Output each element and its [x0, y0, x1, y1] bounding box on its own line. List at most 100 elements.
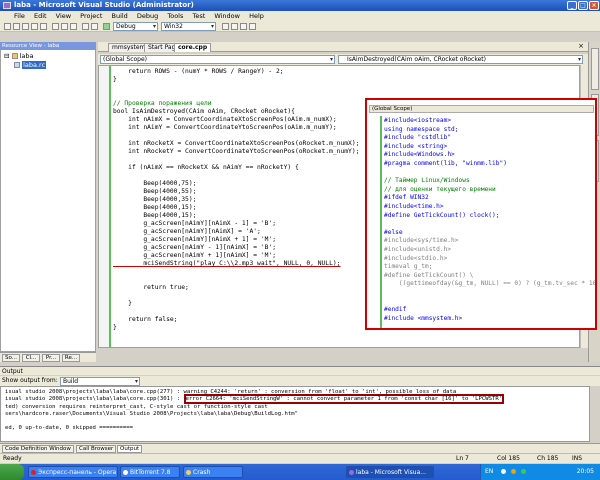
- menu-window[interactable]: Window: [214, 12, 240, 20]
- close-button[interactable]: ×: [589, 1, 599, 10]
- maximize-button[interactable]: □: [578, 1, 588, 10]
- code-line: g_acScreen[nAimY][nAimX] = 'A';: [113, 228, 261, 235]
- config-combo[interactable]: Debug: [113, 22, 158, 31]
- tree-file[interactable]: laba.rc: [14, 61, 47, 70]
- output-line-summary: ed, 0 up-to-date, 0 skipped ==========: [5, 425, 133, 431]
- tab-property-manager[interactable]: Pr...: [42, 354, 60, 362]
- output-text[interactable]: isual studio 2008\projects\laba\laba\cor…: [0, 386, 590, 442]
- code-line: mciSendString("play C:\\2.mp3 wait", NUL…: [113, 260, 341, 267]
- status-line: Ln 7: [456, 455, 469, 462]
- start-button[interactable]: [0, 464, 24, 480]
- menu-file[interactable]: File: [14, 12, 25, 20]
- menu-test[interactable]: Test: [192, 12, 205, 20]
- code-line: return true;: [113, 284, 189, 291]
- scope-combo[interactable]: (Global Scope): [100, 55, 335, 64]
- visual-studio-icon: [349, 470, 354, 475]
- menu-tools[interactable]: Tools: [167, 12, 183, 20]
- scope-bar: (Global Scope) IsAimDestroyed(CAim oAim,…: [98, 54, 588, 65]
- solution-explorer-icon[interactable]: [231, 23, 238, 30]
- popup-code-line: #define GetTickCount() clock();: [384, 211, 500, 219]
- code-line: g_acScreen[nAimY - 1][nAimX] = 'B';: [113, 244, 277, 251]
- popup-code-line: #define GetTickCount() \: [384, 271, 474, 279]
- popup-code-line: #include<time.h>: [384, 203, 444, 210]
- save-icon[interactable]: [31, 23, 38, 30]
- tab-solution-explorer[interactable]: So...: [2, 354, 20, 362]
- menu-view[interactable]: View: [56, 12, 71, 20]
- cut-icon[interactable]: [52, 23, 59, 30]
- taskbar-opera[interactable]: Экспресс-панель - Opera: [28, 466, 118, 478]
- save-all-icon[interactable]: [40, 23, 47, 30]
- server-explorer-tab[interactable]: [591, 48, 599, 90]
- popup-code-line: #include <mmsystem.h>: [384, 314, 463, 322]
- popup-change-bar: [380, 116, 382, 328]
- function-combo[interactable]: IsAimDestroyed(CAim oAim, CRocket oRocke…: [338, 55, 583, 64]
- paste-icon[interactable]: [70, 23, 77, 30]
- taskbar-crash-folder[interactable]: Crash: [183, 466, 243, 478]
- menu-build[interactable]: Build: [111, 12, 127, 20]
- find-icon[interactable]: [222, 23, 229, 30]
- start-debug-icon[interactable]: [103, 23, 110, 30]
- menu-edit[interactable]: Edit: [34, 12, 47, 20]
- popup-code-line: #include <string>: [384, 142, 448, 150]
- close-document-icon[interactable]: ×: [578, 42, 584, 50]
- output-source-combo[interactable]: Build: [60, 377, 140, 386]
- tab-resource-view[interactable]: Re...: [62, 354, 80, 362]
- undo-icon[interactable]: [82, 23, 89, 30]
- tab-core-cpp[interactable]: core.cpp: [174, 43, 212, 52]
- left-panel-tabs: So... Cl... Pr... Re...: [0, 352, 96, 362]
- code-line: bool IsAimDestroyed(CAim oAim, CRocket o…: [113, 108, 295, 115]
- clock: 20:05: [576, 468, 594, 475]
- tab-output[interactable]: Output: [117, 445, 143, 453]
- tab-call-browser[interactable]: Call Browser: [76, 445, 117, 453]
- properties-icon[interactable]: [240, 23, 247, 30]
- system-tray: EN 20:05: [480, 464, 600, 480]
- popup-code-line: ((gettimeofday(&g_tm, NULL) == 0) ? (g_t…: [384, 280, 597, 288]
- taskbar: Экспресс-панель - Opera BitTorrent 7.8 C…: [0, 464, 600, 480]
- tab-code-definition[interactable]: Code Definition Window: [2, 445, 74, 453]
- code-line: g_acScreen[nAimY + 1][nAimX] = 'M';: [113, 252, 277, 259]
- tray-icon[interactable]: [521, 469, 526, 474]
- tab-class-view[interactable]: Cl...: [22, 354, 40, 362]
- open-icon[interactable]: [22, 23, 29, 30]
- new-project-icon[interactable]: [4, 23, 11, 30]
- language-indicator[interactable]: EN: [485, 464, 493, 480]
- toolbar: Debug Win32: [0, 21, 600, 32]
- highlighted-code-popup: (Global Scope) #include<iostream> using n…: [365, 98, 597, 330]
- toolbox-icon[interactable]: [249, 23, 256, 30]
- code-line: return false;: [113, 316, 178, 323]
- status-col: Col 185: [497, 455, 520, 462]
- code-line: }: [113, 300, 132, 307]
- code-line: return ROWS - (numY * ROWS / RangeY) - 2…: [113, 68, 284, 75]
- tray-icon[interactable]: [511, 469, 516, 474]
- copy-icon[interactable]: [61, 23, 68, 30]
- output-source-label: Show output from:: [2, 377, 58, 384]
- code-line: g_acScreen[nAimY][nAimX + 1] = 'M';: [113, 236, 277, 243]
- bittorrent-icon: [123, 470, 128, 475]
- minimize-button[interactable]: _: [567, 1, 577, 10]
- taskbar-bittorrent[interactable]: BitTorrent 7.8: [120, 466, 180, 478]
- code-line: Beep(4000,15);: [113, 212, 197, 219]
- menu-debug[interactable]: Debug: [137, 12, 158, 20]
- output-header: Output: [0, 366, 600, 375]
- tray-icon[interactable]: [501, 469, 506, 474]
- code-line: Beep(4000,55);: [113, 188, 197, 195]
- popup-code-line: using namespace std;: [384, 125, 459, 133]
- change-tracking-bar: [109, 66, 111, 347]
- code-line: g_acScreen[nAimY][nAimX - 1] = 'B';: [113, 220, 277, 227]
- popup-scope-combo[interactable]: (Global Scope): [369, 105, 594, 113]
- document-tabs: mmsystem.h Start Page core.cpp ×: [98, 42, 588, 52]
- taskbar-visual-studio[interactable]: laba - Microsoft Visua...: [346, 466, 434, 478]
- resource-file-icon: [14, 62, 20, 68]
- popup-code-line: // для оценки текущего времени: [384, 185, 496, 193]
- menu-project[interactable]: Project: [80, 12, 102, 20]
- menu-help[interactable]: Help: [249, 12, 264, 20]
- status-mode: INS: [572, 455, 583, 462]
- redo-icon[interactable]: [91, 23, 98, 30]
- output-title: Output: [2, 368, 23, 375]
- add-item-icon[interactable]: [13, 23, 20, 30]
- popup-code-line: #ifdef WIN32: [384, 194, 429, 202]
- tree-project[interactable]: ⊟ laba: [4, 52, 34, 61]
- platform-combo[interactable]: Win32: [161, 22, 216, 31]
- resource-view-header: Resource View - laba: [0, 42, 96, 50]
- popup-code-line: #include<iostream>: [384, 117, 452, 124]
